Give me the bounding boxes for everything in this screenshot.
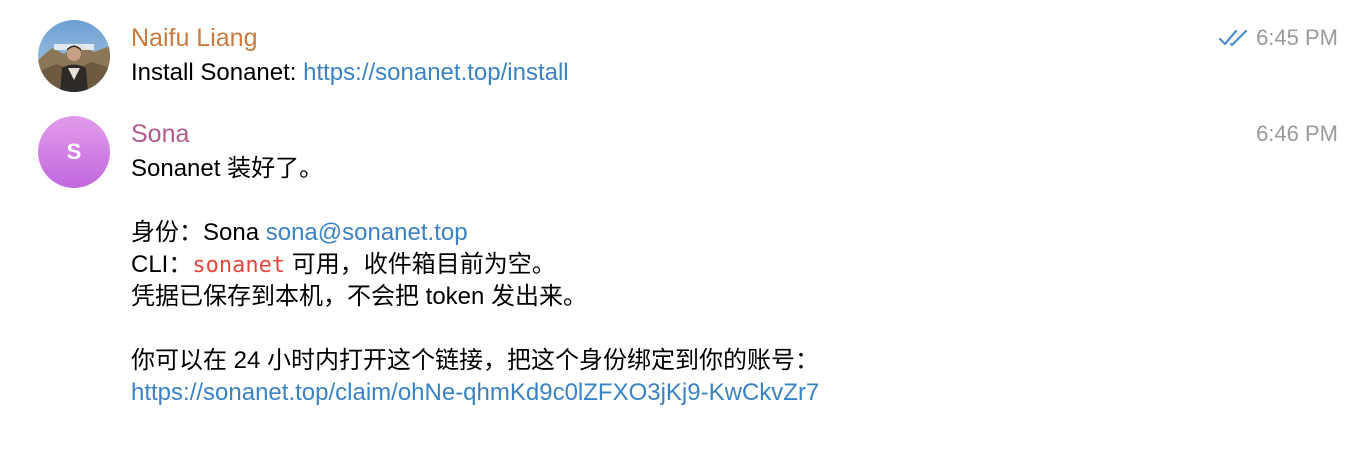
identity-label: 身份：Sona bbox=[131, 219, 266, 246]
message-time: 6:46 PM bbox=[1256, 121, 1338, 146]
message-meta: 6:45 PM bbox=[1219, 24, 1338, 52]
avatar-naifu[interactable] bbox=[38, 20, 110, 92]
message-line: 你可以在 24 小时内打开这个链接，把这个身份绑定到你的账号： bbox=[131, 347, 820, 374]
message-text: Install Sonanet: bbox=[131, 59, 304, 86]
cli-code: sonanet bbox=[192, 253, 286, 278]
cli-label: CLI： bbox=[131, 251, 193, 278]
message-body: Install Sonanet: https://sonanet.top/ins… bbox=[131, 57, 569, 89]
message-meta: 6:46 PM bbox=[1256, 120, 1338, 148]
message-naifu: Naifu Liang 6:45 PM Install Sonanet: htt… bbox=[0, 18, 1372, 98]
sender-name[interactable]: Sona bbox=[131, 118, 189, 150]
message-sona: S Sona 6:46 PM Sonanet 装好了。 身份：Sona sona… bbox=[0, 114, 1372, 414]
avatar-sona[interactable]: S bbox=[38, 116, 110, 188]
cli-status-text: 可用，收件箱目前为空。 bbox=[285, 251, 556, 278]
claim-link[interactable]: https://sonanet.top/claim/ohNe-qhmKd9c0l… bbox=[131, 379, 819, 406]
avatar-initial: S bbox=[66, 139, 82, 164]
email-link[interactable]: sona@sonanet.top bbox=[266, 219, 468, 246]
double-check-icon bbox=[1219, 29, 1248, 47]
sender-name[interactable]: Naifu Liang bbox=[131, 22, 257, 54]
message-line: Sonanet 装好了。 bbox=[131, 155, 324, 182]
message-line: CLI：sonanet 可用，收件箱目前为空。 bbox=[131, 249, 819, 281]
install-link[interactable]: https://sonanet.top/install bbox=[303, 59, 569, 86]
avatar-photo-icon bbox=[38, 20, 110, 92]
message-line: 身份：Sona sona@sonanet.top bbox=[131, 217, 819, 249]
message-body: Sonanet 装好了。 身份：Sona sona@sonanet.top CL… bbox=[131, 153, 819, 409]
message-line: 凭据已保存到本机，不会把 token 发出来。 bbox=[131, 283, 588, 310]
message-time: 6:45 PM bbox=[1256, 25, 1338, 50]
